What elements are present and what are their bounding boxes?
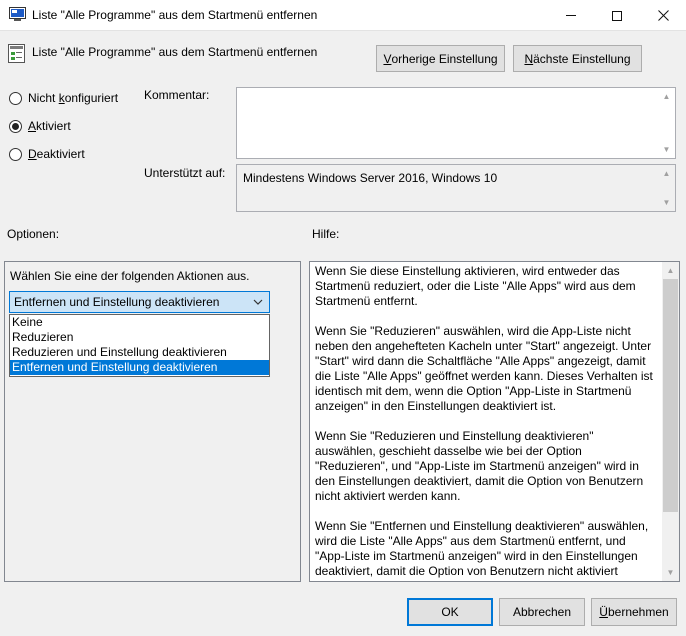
help-paragraph: Wenn Sie diese Einstellung aktivieren, w…	[315, 264, 636, 308]
action-dropdown-list[interactable]: Keine Reduzieren Reduzieren und Einstell…	[9, 314, 270, 377]
prev-label: orherige Einstellung	[391, 51, 498, 66]
help-paragraph: Wenn Sie "Entfernen und Einstellung deak…	[315, 519, 649, 581]
supported-label: Unterstützt auf:	[144, 166, 226, 180]
help-text: Wenn Sie diese Einstellung aktivieren, w…	[315, 264, 655, 581]
maximize-icon	[612, 10, 622, 21]
minimize-icon	[566, 15, 576, 16]
radio-circle-checked	[9, 119, 22, 133]
options-prompt: Wählen Sie eine der folgenden Aktionen a…	[10, 269, 250, 283]
prev-mnemonic: V	[383, 51, 392, 66]
supported-value: Mindestens Windows Server 2016, Windows …	[243, 171, 498, 185]
radio-label: Aktiviert	[28, 119, 71, 133]
close-button[interactable]	[640, 0, 686, 31]
previous-setting-button[interactable]: Vorherige Einstellung	[376, 45, 505, 72]
apply-mnemonic: Ü	[599, 605, 608, 619]
options-label: Optionen:	[7, 227, 60, 241]
scroll-down-icon[interactable]: ▼	[658, 141, 675, 158]
scroll-down-icon[interactable]: ▼	[658, 194, 675, 211]
title-bar: Liste "Alle Programme" aus dem Startmenü…	[0, 0, 686, 31]
apply-label: bernehmen	[607, 605, 669, 619]
action-combobox[interactable]: Entfernen und Einstellung deaktivieren	[9, 291, 270, 313]
radio-circle	[9, 147, 22, 161]
minimize-button[interactable]	[548, 0, 594, 31]
dropdown-item-selected[interactable]: Entfernen und Einstellung deaktivieren	[10, 360, 269, 375]
help-label: Hilfe:	[312, 227, 340, 241]
dropdown-item[interactable]: Reduzieren	[10, 330, 269, 345]
scroll-up-icon[interactable]: ▲	[662, 262, 679, 279]
radio-enabled[interactable]: Aktiviert	[9, 119, 71, 133]
radio-circle	[9, 91, 22, 105]
comment-field[interactable]: ▲ ▼	[236, 87, 676, 159]
help-scroll-thumb[interactable]	[663, 279, 678, 512]
radio-label: Nicht konfiguriert	[28, 91, 119, 105]
policy-app-icon	[9, 7, 26, 21]
scroll-up-icon[interactable]: ▲	[658, 88, 675, 105]
ok-button[interactable]: OK	[407, 598, 493, 626]
dropdown-item[interactable]: Reduzieren und Einstellung deaktivieren	[10, 345, 269, 360]
help-paragraph: Wenn Sie "Reduzieren und Einstellung dea…	[315, 429, 644, 503]
dropdown-item[interactable]: Keine	[10, 315, 269, 330]
close-icon	[657, 10, 669, 21]
scroll-down-icon[interactable]: ▼	[662, 564, 679, 581]
window-title: Liste "Alle Programme" aus dem Startmenü…	[32, 8, 318, 22]
radio-not-configured[interactable]: Nicht konfiguriert	[9, 91, 118, 105]
supported-scrollbar[interactable]: ▲ ▼	[658, 165, 675, 211]
comment-label: Kommentar:	[144, 88, 210, 102]
radio-label: Deaktiviert	[28, 147, 85, 161]
chevron-down-icon	[253, 299, 263, 305]
next-mnemonic: N	[524, 51, 534, 66]
cancel-button[interactable]: Abbrechen	[499, 598, 585, 626]
apply-button[interactable]: Übernehmen	[591, 598, 677, 626]
scroll-up-icon[interactable]: ▲	[658, 165, 675, 182]
next-setting-button[interactable]: Nächste Einstellung	[513, 45, 642, 72]
comment-scrollbar[interactable]: ▲ ▼	[658, 88, 675, 158]
policy-setting-icon	[8, 44, 25, 63]
help-paragraph: Wenn Sie "Reduzieren" auswählen, wird di…	[315, 324, 653, 413]
combobox-value: Entfernen und Einstellung deaktivieren	[14, 295, 220, 309]
policy-title: Liste "Alle Programme" aus dem Startmenü…	[32, 45, 318, 59]
maximize-button[interactable]	[594, 0, 640, 31]
radio-disabled[interactable]: Deaktiviert	[9, 147, 85, 161]
next-label: ächste Einstellung	[533, 51, 631, 66]
help-panel: Wenn Sie diese Einstellung aktivieren, w…	[309, 261, 680, 582]
